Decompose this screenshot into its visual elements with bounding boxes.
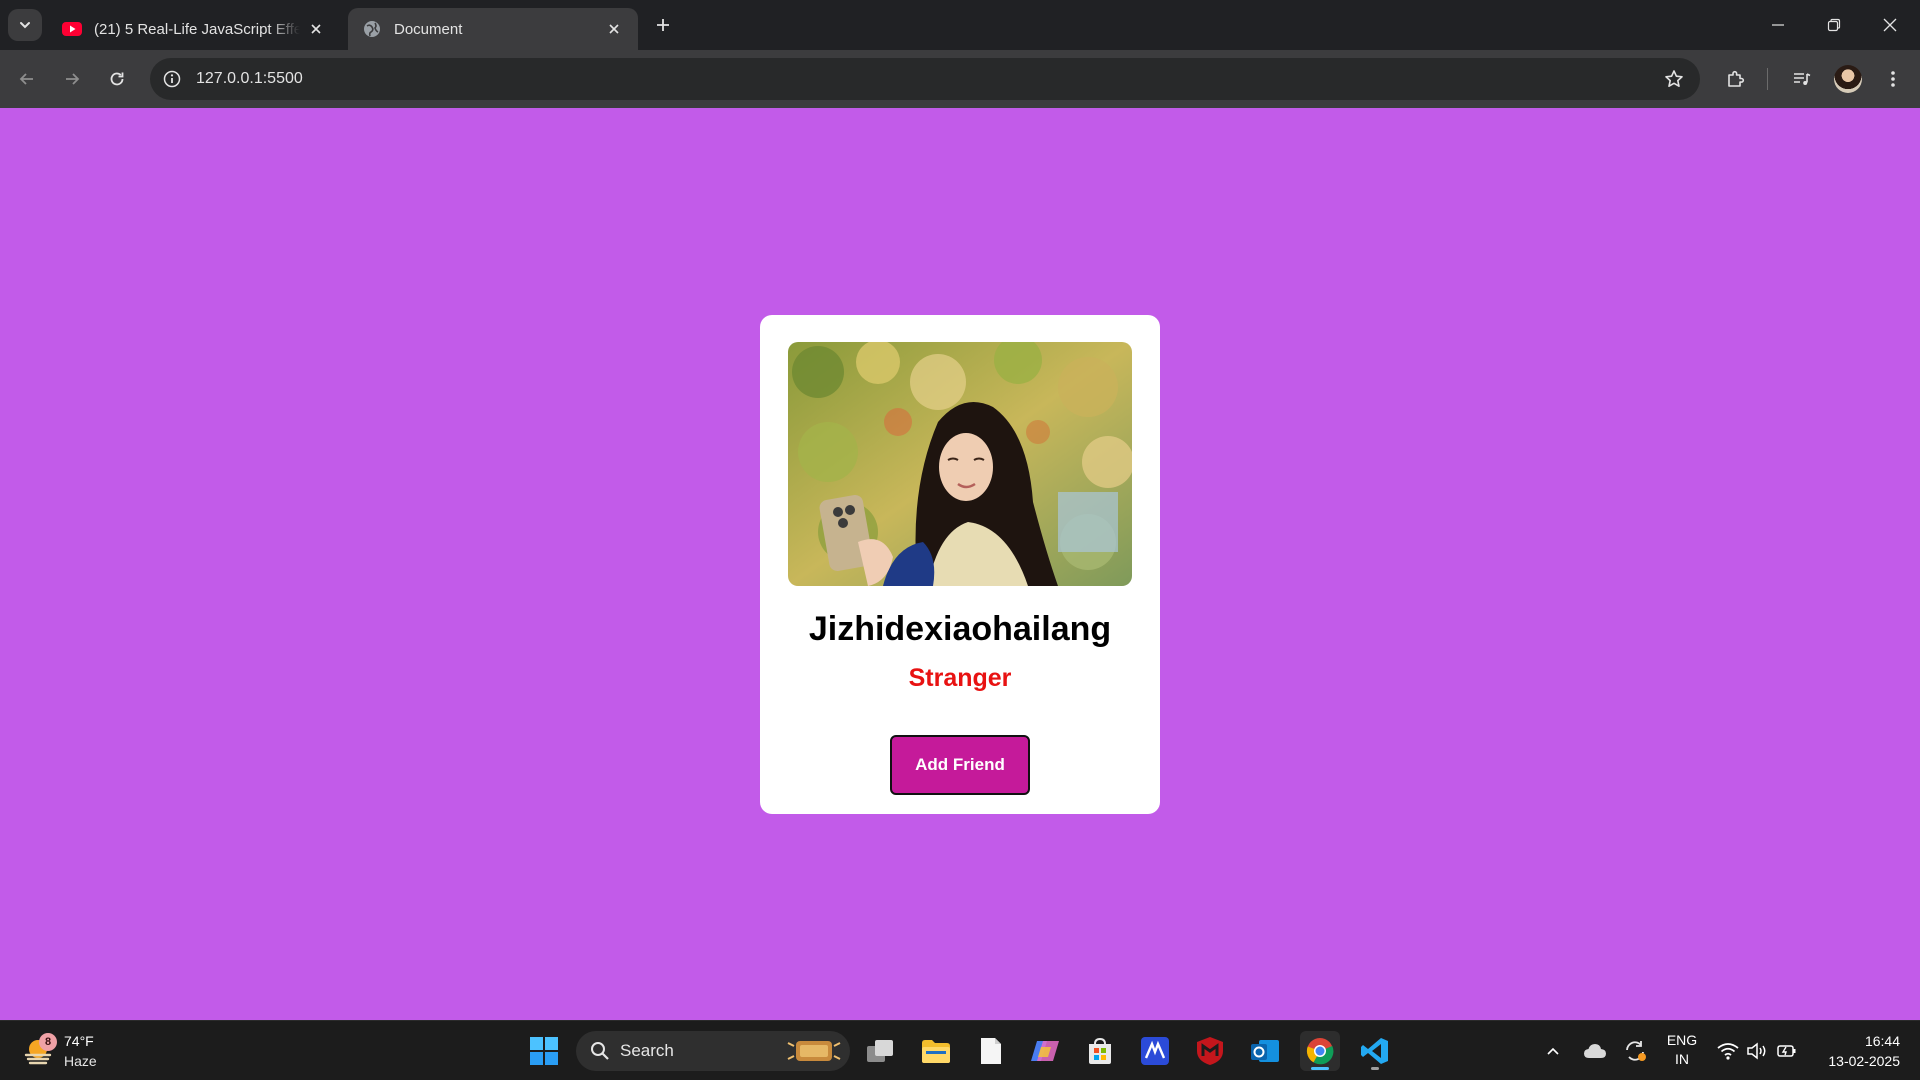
sync-icon: [1626, 1041, 1646, 1061]
speaker-icon: [1747, 1042, 1766, 1060]
chevron-up-icon: [1547, 1047, 1559, 1055]
tab-document[interactable]: Document: [348, 8, 638, 50]
copilot-icon: [1031, 1041, 1059, 1061]
clock-date: 13-02-2025: [1828, 1053, 1900, 1069]
network-button[interactable]: [1715, 1031, 1741, 1071]
mcafee-icon: [1197, 1037, 1223, 1065]
volume-button[interactable]: [1744, 1031, 1770, 1071]
start-button[interactable]: [524, 1031, 564, 1071]
running-app-indicator: [1371, 1067, 1379, 1070]
arrow-left-icon: [19, 73, 33, 85]
site-info-icon[interactable]: [158, 65, 186, 93]
close-window-button[interactable]: [1862, 0, 1918, 50]
app-icon: [1141, 1037, 1169, 1065]
close-icon: [1883, 18, 1897, 32]
chrome-icon: [1306, 1038, 1334, 1065]
copilot-button[interactable]: [1025, 1031, 1065, 1071]
chevron-down-icon: [20, 22, 30, 29]
outlook-button[interactable]: [1245, 1031, 1285, 1071]
restore-button[interactable]: [1806, 0, 1862, 50]
media-controls-button[interactable]: [1785, 62, 1819, 96]
vscode-icon: [1361, 1038, 1388, 1064]
weather-temperature: 74°F: [64, 1033, 94, 1049]
profile-avatar[interactable]: [1834, 65, 1862, 93]
arrow-right-icon: [66, 73, 80, 85]
wifi-icon: [1717, 1043, 1739, 1060]
tab-title: (21) 5 Real-Life JavaScript Effects: [94, 20, 300, 38]
show-hidden-icons-button[interactable]: [1540, 1031, 1566, 1071]
close-icon[interactable]: [306, 19, 326, 39]
notepad-button[interactable]: [971, 1031, 1011, 1071]
puzzle-icon: [1728, 70, 1745, 87]
pinned-app-button[interactable]: [1135, 1031, 1175, 1071]
forward-button[interactable]: [55, 62, 89, 96]
profile-card: Jizhidexiaohailang Stranger Add Friend: [760, 315, 1160, 814]
globe-icon: [362, 19, 382, 39]
add-friend-button[interactable]: Add Friend: [890, 735, 1030, 795]
active-app-indicator: [1311, 1067, 1329, 1070]
toolbar-separator: [1767, 68, 1768, 90]
outlook-icon: [1251, 1040, 1279, 1062]
battery-charging-icon: [1777, 1045, 1796, 1057]
new-tab-button[interactable]: [650, 12, 676, 38]
bookmark-star-icon[interactable]: [1662, 67, 1686, 91]
system-clock[interactable]: 16:44 13-02-2025: [1814, 1031, 1900, 1071]
search-icon: [590, 1041, 610, 1061]
notification-badge: 8: [39, 1033, 57, 1051]
windows-logo-icon: [530, 1037, 558, 1065]
url-text[interactable]: 127.0.0.1:5500: [196, 70, 303, 88]
page-viewport: Jizhidexiaohailang Stranger Add Friend: [0, 108, 1920, 1020]
weather-condition: Haze: [64, 1053, 97, 1069]
clock-time: 16:44: [1864, 1033, 1900, 1049]
chrome-button[interactable]: [1300, 1031, 1340, 1071]
task-view-button[interactable]: [860, 1031, 900, 1071]
vscode-button[interactable]: [1355, 1031, 1395, 1071]
extensions-button[interactable]: [1719, 62, 1753, 96]
microsoft-store-button[interactable]: [1080, 1031, 1120, 1071]
minimize-button[interactable]: [1750, 0, 1806, 50]
browser-menu-button[interactable]: [1876, 62, 1910, 96]
profile-name: Jizhidexiaohailang: [808, 610, 1112, 648]
weather-widget[interactable]: 8 74°F Haze: [22, 1029, 132, 1073]
tab-strip: (21) 5 Real-Life JavaScript Effects Docu…: [0, 0, 1920, 50]
reload-icon: [110, 72, 124, 86]
search-label: Search: [620, 1041, 674, 1060]
more-vertical-icon: [1891, 71, 1895, 87]
onedrive-tray-button[interactable]: [1580, 1031, 1610, 1071]
language-indicator[interactable]: ENG IN: [1660, 1031, 1704, 1069]
youtube-icon: [62, 19, 82, 39]
plus-icon: [657, 19, 669, 31]
language-code: ENG: [1666, 1032, 1698, 1048]
minimize-icon: [1772, 24, 1784, 26]
taskbar-search[interactable]: Search: [576, 1031, 850, 1071]
close-icon[interactable]: [604, 19, 624, 39]
notepad-icon: [981, 1038, 1001, 1064]
cloud-icon: [1584, 1044, 1606, 1058]
browser-toolbar: 127.0.0.1:5500: [0, 50, 1920, 108]
windows-taskbar: 8 74°F Haze Search ENG IN 16:44 13-02-20…: [0, 1020, 1920, 1080]
sync-tray-button[interactable]: [1620, 1031, 1650, 1071]
file-explorer-button[interactable]: [916, 1031, 956, 1071]
battery-button[interactable]: [1774, 1031, 1800, 1071]
profile-photo: [788, 342, 1132, 586]
friend-status: Stranger: [908, 664, 1012, 692]
address-bar[interactable]: 127.0.0.1:5500: [150, 58, 1700, 100]
microsoft-store-icon: [1089, 1037, 1111, 1064]
region-code: IN: [1675, 1051, 1689, 1067]
task-view-icon: [867, 1040, 893, 1062]
tab-title: Document: [394, 20, 463, 38]
tab-youtube[interactable]: (21) 5 Real-Life JavaScript Effects: [48, 8, 340, 50]
playlist-music-icon: [1794, 73, 1811, 85]
restore-icon: [1827, 18, 1841, 32]
search-highlight-icon: [787, 1041, 841, 1061]
file-explorer-icon: [922, 1040, 950, 1063]
tab-search-button[interactable]: [8, 9, 42, 41]
mcafee-button[interactable]: [1190, 1031, 1230, 1071]
back-button[interactable]: [10, 62, 44, 96]
reload-button[interactable]: [100, 62, 134, 96]
